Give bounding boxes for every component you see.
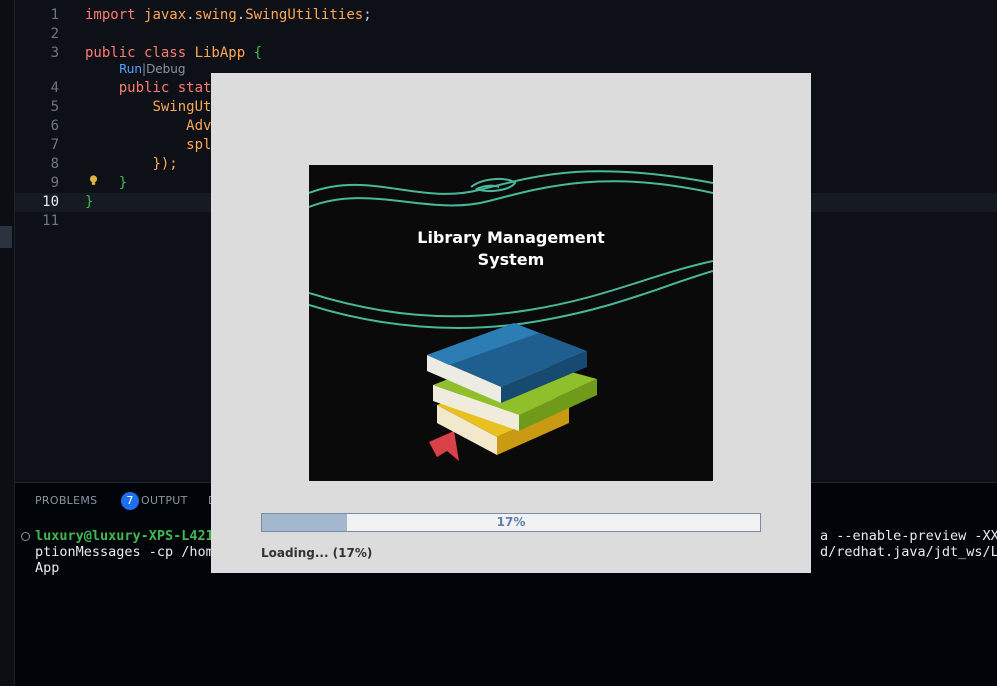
code-line[interactable]: 3 public class LibApp { — [15, 44, 997, 63]
terminal-prompt: luxury@luxury-XPS-L421 — [35, 528, 214, 544]
code-token: } — [85, 194, 94, 210]
code-token: Adv — [186, 118, 212, 134]
codelens-run-link[interactable]: Run — [119, 62, 142, 76]
terminal-line2-left: ptionMessages -cp /hom — [35, 544, 214, 560]
code-token: public stat — [118, 80, 212, 96]
line-number: 9 — [50, 175, 59, 191]
code-text: SwingUt — [85, 98, 211, 117]
code-line[interactable]: 2 — [15, 25, 997, 44]
code-text: Adv — [85, 117, 211, 136]
code-text: spl — [85, 136, 211, 155]
line-number: 6 — [50, 118, 59, 134]
loading-status: Loading... (17%) — [261, 546, 373, 560]
terminal-line1-right: a --enable-preview -XX:+ — [820, 528, 997, 544]
code-token: } — [118, 175, 128, 191]
code-token: public class — [85, 45, 195, 61]
line-number: 1 — [50, 7, 59, 23]
code-token: SwingUt — [152, 99, 212, 115]
line-number: 2 — [50, 26, 59, 42]
loading-progress-bar: 17% — [261, 513, 761, 532]
code-line[interactable]: 1 import javax.swing.SwingUtilities; — [15, 6, 997, 25]
terminal-line2-right: d/redhat.java/jdt_ws/Li — [820, 544, 997, 560]
code-text: import javax.swing.SwingUtilities; — [85, 6, 372, 25]
code-token: }); — [152, 156, 178, 172]
splash-image: Library Management System — [309, 165, 713, 481]
terminal-line3: App — [35, 560, 60, 576]
books-icon — [427, 323, 597, 461]
line-number: 4 — [50, 80, 59, 96]
progress-label: 17% — [496, 515, 526, 529]
gutter-marker — [0, 226, 12, 248]
codelens: Run|Debug — [119, 62, 186, 76]
code-text: public class LibApp { — [85, 44, 262, 63]
tab-output[interactable]: OUTPUT — [141, 494, 188, 507]
code-token: import — [85, 7, 145, 23]
tab-problems[interactable]: PROBLEMS — [35, 494, 97, 507]
code-token: LibApp — [194, 45, 254, 61]
code-token: ; — [363, 7, 372, 23]
code-token: SwingUtilities — [245, 7, 364, 23]
line-number: 5 — [50, 99, 59, 115]
code-text: public stat — [85, 79, 212, 98]
terminal-status-dot-icon — [21, 532, 30, 541]
code-text: }); — [85, 155, 178, 174]
code-token: javax — [144, 7, 187, 23]
line-number: 3 — [50, 45, 59, 61]
code-token: { — [253, 45, 263, 61]
codelens-debug-link[interactable]: Debug — [146, 62, 185, 76]
problems-count-badge: 7 — [121, 492, 139, 510]
code-token: swing — [194, 7, 237, 23]
code-token: . — [236, 7, 246, 23]
line-number: 11 — [42, 213, 59, 229]
code-token: . — [186, 7, 195, 23]
line-number: 10 — [42, 194, 59, 210]
code-token: spl — [186, 137, 212, 153]
line-number: 7 — [50, 137, 59, 153]
splash-window: Library Management System 17% Loading...… — [211, 73, 811, 573]
line-number: 8 — [50, 156, 59, 172]
activity-gutter — [0, 0, 15, 685]
lightbulb-icon[interactable] — [89, 175, 98, 186]
code-text: } — [85, 193, 93, 212]
